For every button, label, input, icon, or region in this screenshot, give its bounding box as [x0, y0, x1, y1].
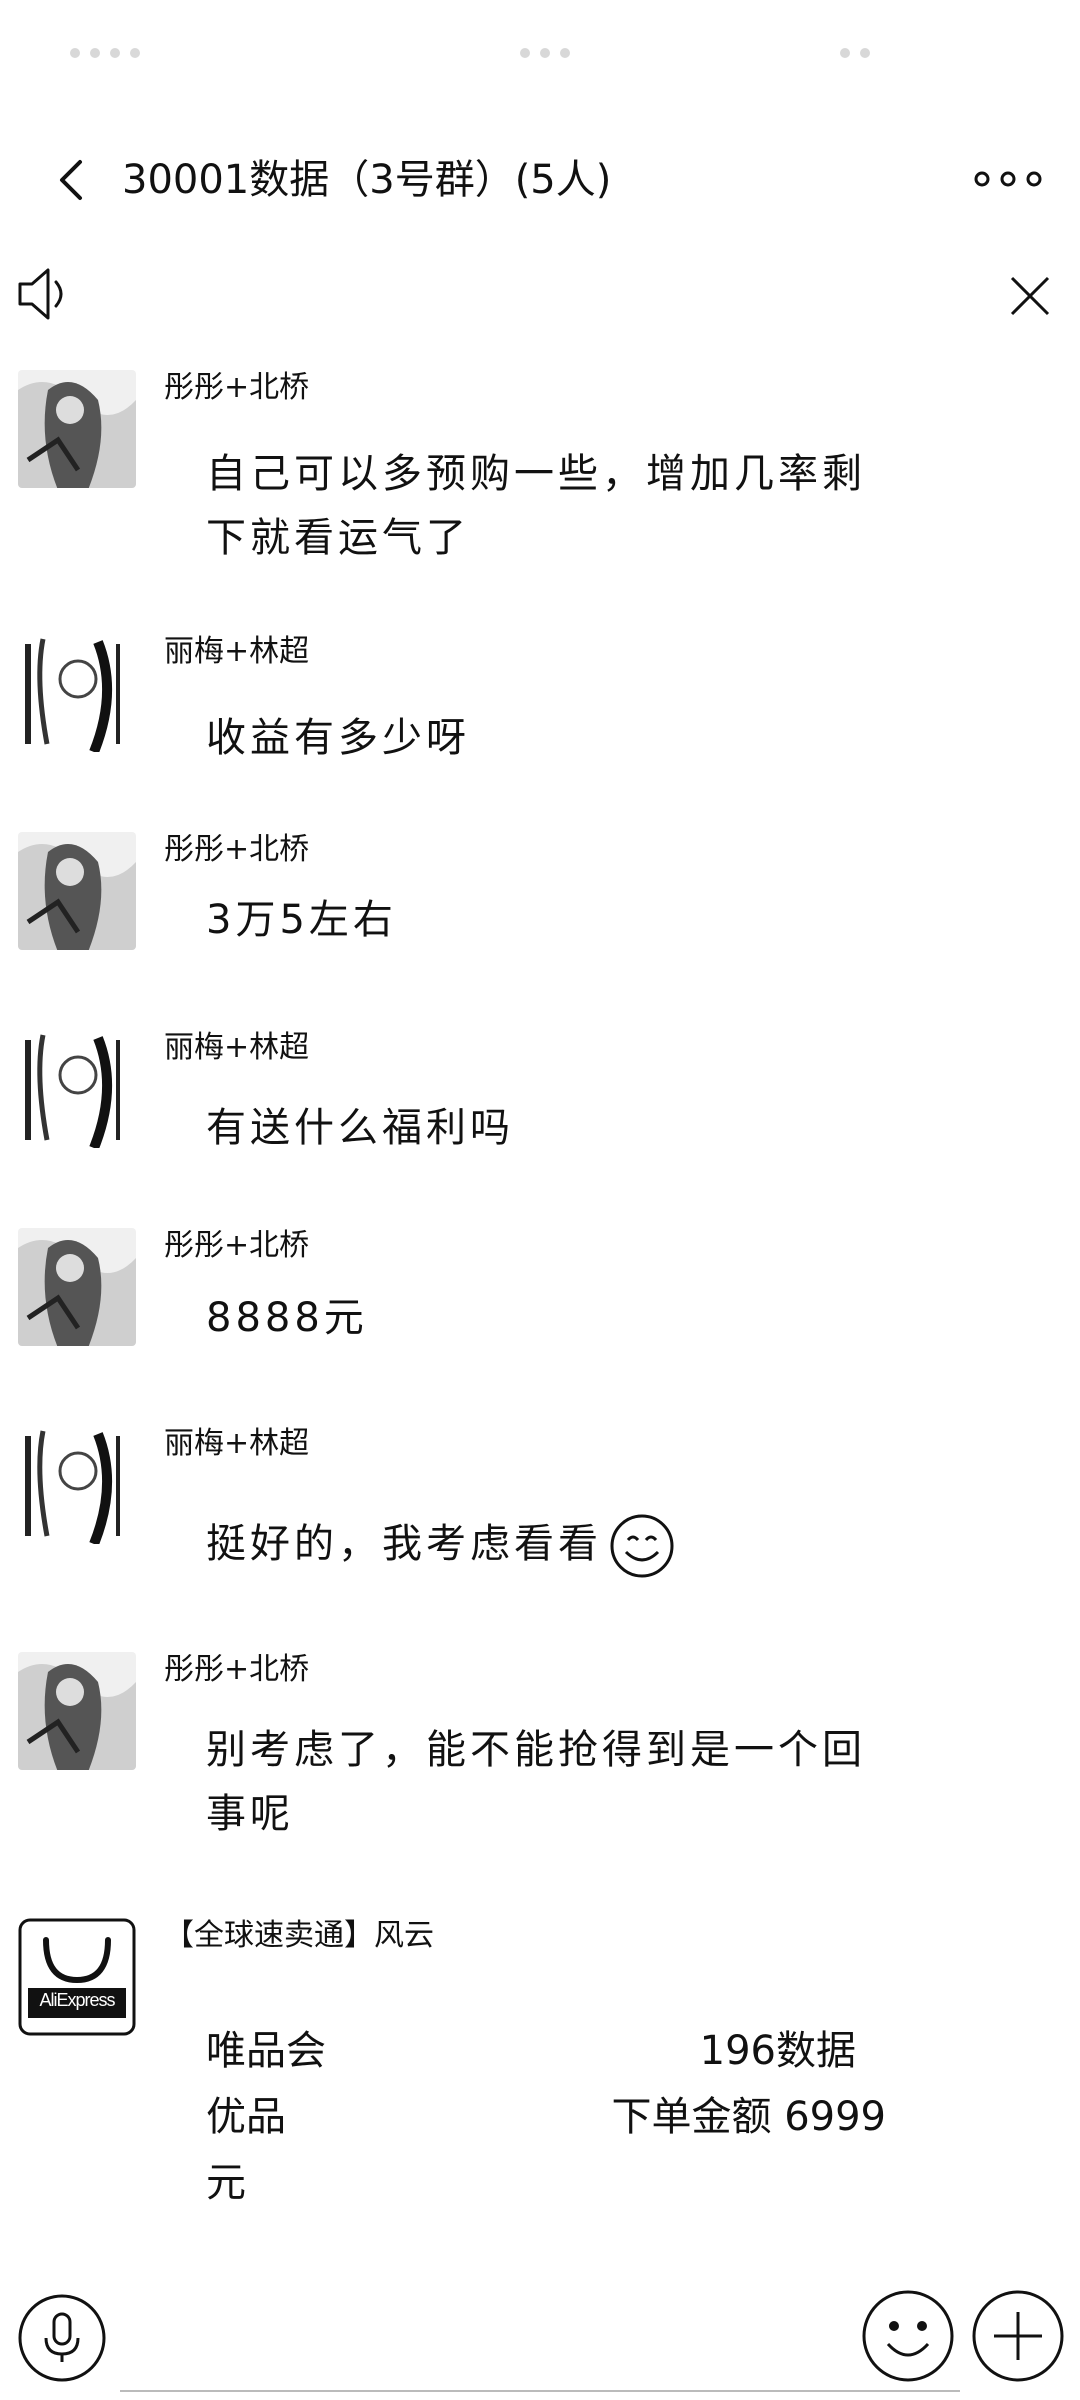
message-line: 有送什么福利吗 — [206, 1105, 514, 1151]
sender-name: 【全球速卖通】风云 — [164, 1918, 434, 1953]
message-line: 别考虑了，能不能抢得到是一个回 — [206, 1727, 866, 1773]
close-icon — [1010, 276, 1050, 316]
message-line: 收益有多少呀 — [206, 715, 470, 761]
sender-name: 丽梅+林超 — [164, 1030, 310, 1065]
page-title: 30001数据（3号群）(5人) — [122, 157, 612, 203]
card-row3: 元 — [206, 2160, 246, 2206]
message-text[interactable]: 收益有多少呀 — [206, 706, 470, 770]
sender-name: 彤彤+北桥 — [164, 1652, 310, 1687]
message-item: 丽梅+林超 有送什么福利吗 — [0, 1030, 1080, 1180]
avatar[interactable] — [18, 1426, 136, 1544]
avatar-brand-label: AliExpress — [39, 1990, 115, 2010]
message-item: 丽梅+林超 收益有多少呀 — [0, 634, 1080, 784]
message-item: 彤彤+北桥 3万5左右 — [0, 832, 1080, 982]
chevron-left-icon — [60, 160, 82, 200]
chat-header: 30001数据（3号群）(5人) — [0, 120, 1080, 240]
card-row2-right: 下单金额 6999 — [611, 2094, 886, 2140]
status-left-dots — [70, 48, 140, 62]
back-button[interactable] — [44, 150, 104, 210]
status-right-dots — [840, 48, 870, 62]
sender-name: 彤彤+北桥 — [164, 832, 310, 867]
message-text[interactable]: 8888元 — [206, 1286, 368, 1350]
avatar[interactable] — [18, 634, 136, 752]
sender-name: 丽梅+林超 — [164, 1426, 310, 1461]
message-item: 彤彤+北桥 别考虑了，能不能抢得到是一个回 事呢 — [0, 1652, 1080, 1872]
avatar[interactable] — [18, 1030, 136, 1148]
message-text[interactable]: 挺好的，我考虑看看 — [206, 1512, 676, 1580]
card-row1-left: 唯品会 — [206, 2028, 326, 2074]
bottom-edge-line — [120, 2390, 960, 2398]
close-button[interactable] — [1002, 268, 1058, 324]
sender-name: 彤彤+北桥 — [164, 1228, 310, 1263]
message-line: 事呢 — [206, 1791, 294, 1837]
status-center-dots — [520, 48, 570, 62]
message-line: 挺好的，我考虑看看 — [206, 1521, 602, 1567]
avatar[interactable] — [18, 1652, 136, 1770]
smile-icon — [862, 2290, 954, 2382]
avatar[interactable] — [18, 832, 136, 950]
message-text[interactable]: 3万5左右 — [206, 888, 397, 952]
card-row2-left: 优品 — [206, 2094, 286, 2140]
message-item: 丽梅+林超 挺好的，我考虑看看 — [0, 1426, 1080, 1616]
avatar[interactable] — [18, 1228, 136, 1346]
more-button[interactable] — [968, 154, 1048, 204]
more-actions-button[interactable] — [970, 2288, 1066, 2384]
sender-name: 彤彤+北桥 — [164, 370, 310, 405]
sender-name: 丽梅+林超 — [164, 634, 310, 669]
message-list[interactable]: 彤彤+北桥 自己可以多预购一些，增加几率剩 下就看运气了 丽梅+林超 收益有多少… — [0, 370, 1080, 2260]
message-item: 彤彤+北桥 8888元 — [0, 1228, 1080, 1378]
message-item: 彤彤+北桥 自己可以多预购一些，增加几率剩 下就看运气了 — [0, 370, 1080, 600]
message-text[interactable]: 自己可以多预购一些，增加几率剩 下就看运气了 — [206, 442, 866, 570]
message-line: 自己可以多预购一些，增加几率剩 — [206, 451, 866, 497]
microphone-icon — [18, 2294, 106, 2382]
message-text[interactable]: 有送什么福利吗 — [206, 1096, 514, 1160]
voice-button[interactable] — [16, 2292, 108, 2384]
announcement-bar — [0, 262, 1080, 342]
message-line: 8888元 — [206, 1295, 368, 1341]
status-bar — [0, 0, 1080, 110]
input-toolbar — [0, 2260, 1080, 2400]
more-dots-icon — [974, 171, 1042, 187]
order-card[interactable]: 唯品会 196数据 优品 下单金额 6999 元 — [206, 2018, 886, 2216]
message-item: AliExpress 【全球速卖通】风云 唯品会 196数据 优品 下单金额 6… — [0, 1918, 1080, 2248]
smile-emoji-icon — [610, 1514, 674, 1578]
message-line: 3万5左右 — [206, 897, 397, 943]
avatar[interactable] — [18, 370, 136, 488]
card-row1-right: 196数据 — [699, 2028, 856, 2074]
message-text[interactable]: 别考虑了，能不能抢得到是一个回 事呢 — [206, 1718, 866, 1846]
message-line: 下就看运气了 — [206, 515, 470, 561]
speaker-icon — [14, 262, 78, 326]
emoji-button[interactable] — [860, 2288, 956, 2384]
plus-icon — [972, 2290, 1064, 2382]
avatar[interactable]: AliExpress — [18, 1918, 136, 2036]
